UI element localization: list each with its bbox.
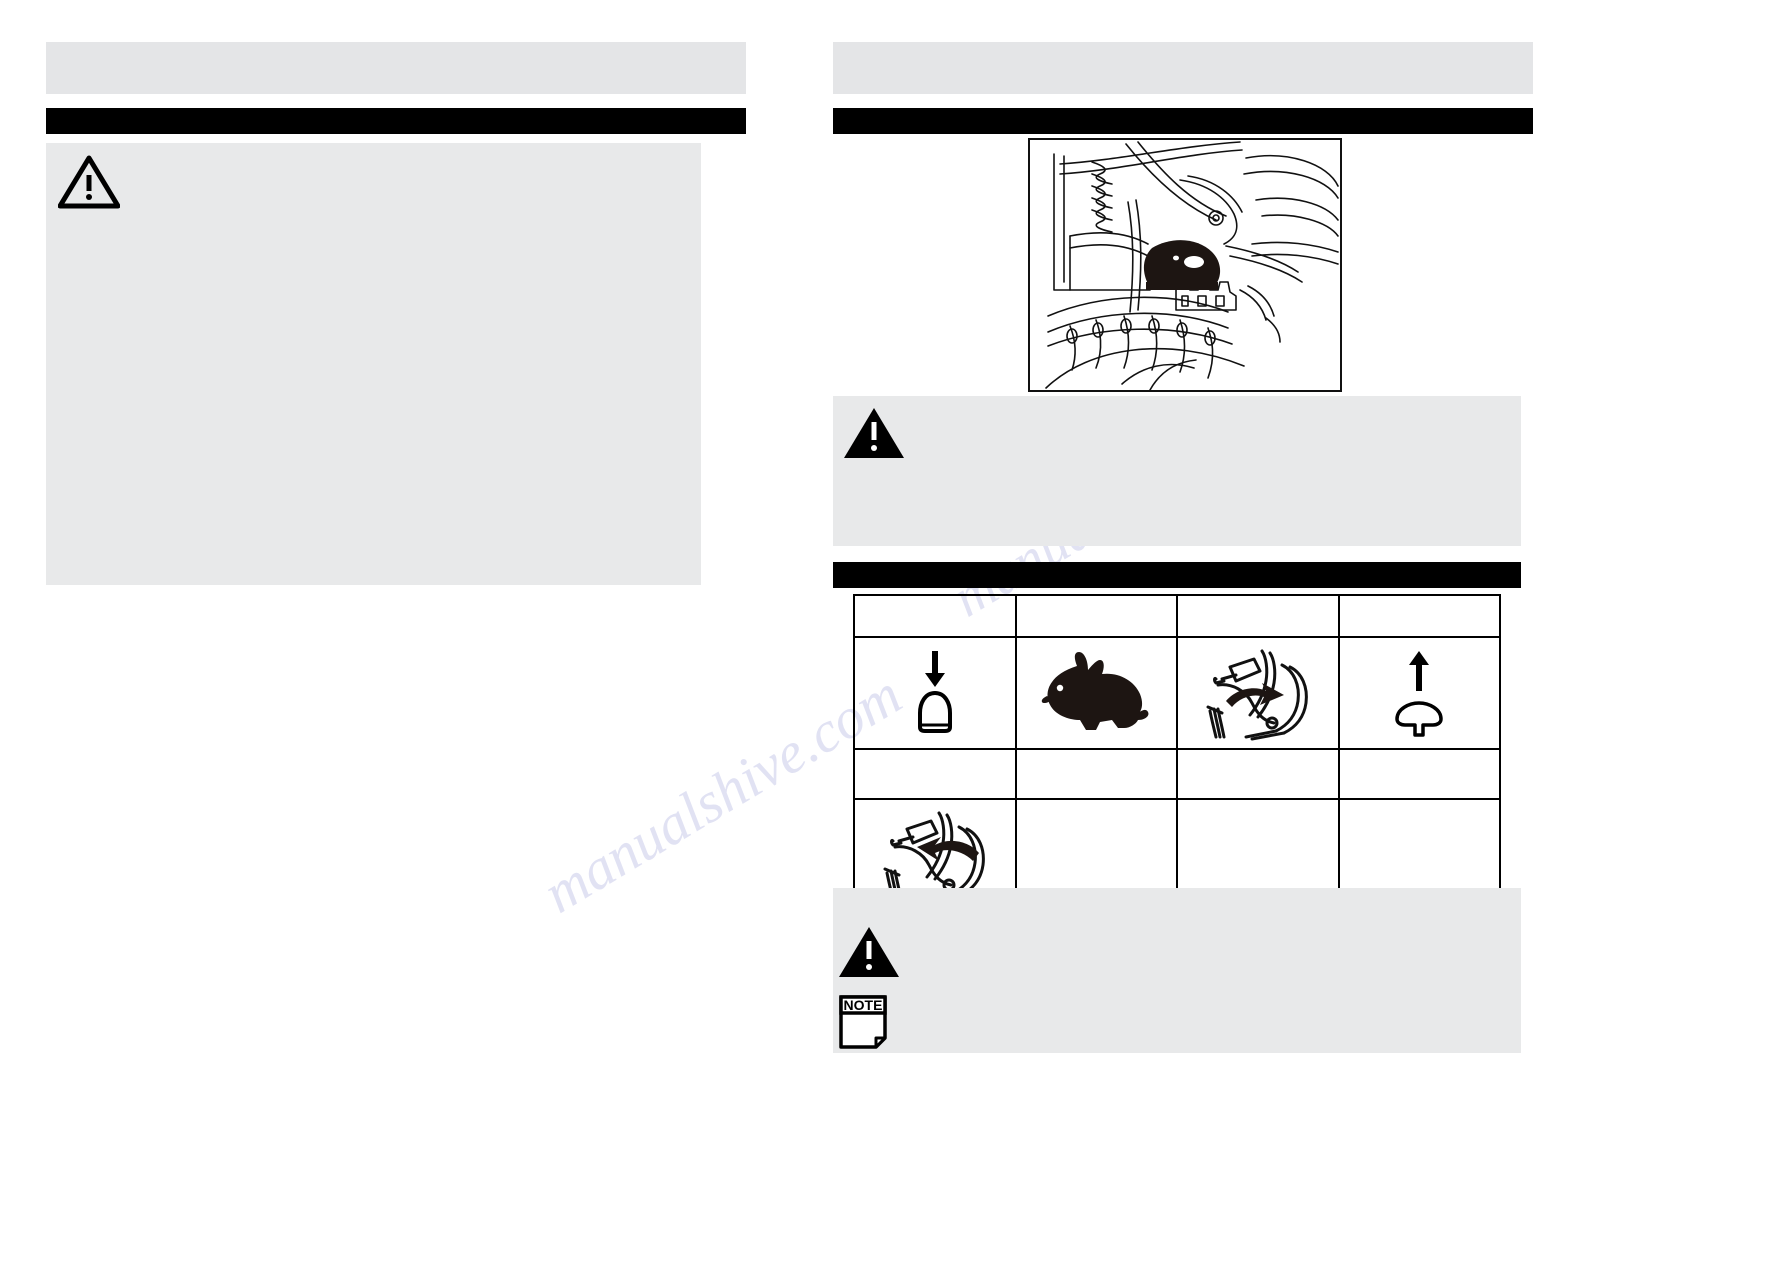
right-section-title-bar — [833, 108, 1533, 134]
rabbit-icon — [1041, 652, 1149, 730]
bottom-note-callout — [833, 888, 1521, 1053]
caption-cell-4 — [1337, 748, 1501, 800]
controls-table-title-bar — [833, 562, 1521, 588]
left-section-title-bar — [46, 108, 746, 134]
lever-forward-cell — [1176, 636, 1340, 750]
warning-triangle-icon — [844, 408, 904, 458]
right-section-header-bar — [833, 42, 1533, 94]
t-handle-up-arrow-icon — [1395, 651, 1443, 737]
fast-speed-rabbit-cell — [1014, 636, 1178, 750]
choke-down-arrow-cell — [853, 636, 1017, 750]
left-warning-callout — [46, 143, 701, 585]
lever-right-arrow-icon — [1206, 649, 1308, 741]
mower-deck-linkage-illustration — [1028, 138, 1342, 392]
caption-cell-1 — [853, 748, 1017, 800]
note-icon-label: NOTE — [844, 997, 883, 1013]
caption-cell-3 — [1176, 748, 1340, 800]
manual-page: manualshive.com manualshive.com — [0, 0, 1786, 1263]
warning-triangle-icon — [58, 155, 120, 209]
caption-cell-2 — [1014, 748, 1178, 800]
header-cell-1 — [853, 594, 1017, 638]
right-warning-callout — [833, 396, 1521, 546]
illustration-linework — [1045, 141, 1339, 390]
warning-triangle-icon — [839, 927, 899, 977]
table-row — [853, 748, 1501, 800]
header-cell-3 — [1176, 594, 1340, 638]
table-row — [853, 594, 1501, 638]
header-cell-2 — [1014, 594, 1178, 638]
table-row — [853, 636, 1501, 750]
control-symbols-table — [853, 594, 1501, 912]
left-section-header-bar — [46, 42, 746, 94]
t-handle-up-cell — [1337, 636, 1501, 750]
header-cell-4 — [1337, 594, 1501, 638]
note-page-icon: NOTE — [839, 995, 887, 1049]
bell-down-arrow-icon — [917, 651, 952, 733]
